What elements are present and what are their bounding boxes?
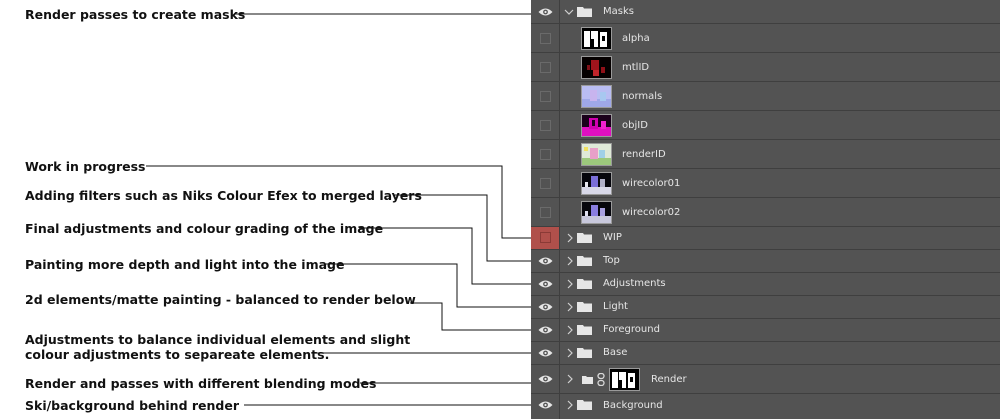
layer-row-alpha[interactable]: alpha — [531, 24, 1000, 53]
visibility-toggle[interactable] — [531, 227, 560, 249]
layer-name: wirecolor01 — [622, 178, 681, 189]
layer-name: WIP — [603, 232, 622, 243]
hidden-box-icon — [540, 91, 551, 102]
eye-icon — [538, 375, 553, 383]
visibility-toggle[interactable] — [531, 140, 560, 168]
hidden-box-icon — [540, 207, 551, 218]
eye-icon — [538, 303, 553, 311]
layer-name: renderID — [622, 149, 666, 160]
layers-panel: Masks alpha mtlID normals objID renderID… — [531, 0, 1000, 419]
layer-name: Render — [651, 374, 687, 385]
visibility-toggle[interactable] — [531, 273, 560, 295]
visibility-toggle[interactable] — [531, 198, 560, 226]
layer-row-wirecolor02[interactable]: wirecolor02 — [531, 198, 1000, 227]
layer-name: Adjustments — [603, 278, 666, 289]
folder-icon — [582, 376, 593, 384]
layer-row-mtlid[interactable]: mtlID — [531, 53, 1000, 82]
folder-icon — [577, 348, 592, 358]
visibility-toggle[interactable] — [531, 53, 560, 81]
layer-row-masks[interactable]: Masks — [531, 0, 1000, 24]
hidden-box-icon — [540, 62, 551, 73]
layer-row-foreground[interactable]: Foreground — [531, 319, 1000, 342]
hidden-box-icon — [540, 178, 551, 189]
chevron-right-icon[interactable] — [566, 374, 574, 384]
visibility-toggle[interactable] — [531, 111, 560, 139]
layer-row-renderid[interactable]: renderID — [531, 140, 1000, 169]
chevron-right-icon[interactable] — [566, 256, 574, 266]
layer-row-light[interactable]: Light — [531, 296, 1000, 319]
visibility-toggle[interactable] — [531, 394, 560, 419]
folder-icon — [577, 256, 592, 266]
layer-row-wirecolor01[interactable]: wirecolor01 — [531, 169, 1000, 198]
layer-name: wirecolor02 — [622, 207, 681, 218]
visibility-toggle[interactable] — [531, 365, 560, 393]
layer-thumbnail — [581, 27, 612, 50]
visibility-toggle[interactable] — [531, 319, 560, 341]
eye-icon — [538, 257, 553, 265]
visibility-toggle[interactable] — [531, 250, 560, 272]
layer-row-render[interactable]: Render — [531, 365, 1000, 394]
chevron-right-icon[interactable] — [566, 302, 574, 312]
layer-thumbnail — [581, 114, 612, 137]
visibility-toggle[interactable] — [531, 169, 560, 197]
layer-thumbnail — [581, 143, 612, 166]
layer-name: Background — [603, 400, 663, 411]
folder-icon — [577, 325, 592, 335]
layer-name: objID — [622, 120, 648, 131]
hidden-box-icon — [540, 149, 551, 160]
layer-name: normals — [622, 91, 663, 102]
layer-thumbnail — [581, 56, 612, 79]
layer-name: Masks — [603, 6, 634, 17]
chevron-right-icon[interactable] — [566, 400, 574, 410]
layer-name: alpha — [622, 33, 650, 44]
hidden-box-icon — [540, 33, 551, 44]
layer-row-objid[interactable]: objID — [531, 111, 1000, 140]
eye-icon — [538, 8, 553, 16]
chevron-right-icon[interactable] — [566, 325, 574, 335]
chevron-right-icon[interactable] — [566, 348, 574, 358]
layer-row-background[interactable]: Background — [531, 394, 1000, 419]
layer-row-adjustments[interactable]: Adjustments — [531, 273, 1000, 296]
layer-name: Base — [603, 347, 628, 358]
visibility-toggle[interactable] — [531, 24, 560, 52]
leader-wip — [146, 165, 531, 239]
layer-thumbnail — [581, 201, 612, 224]
annotations-area: Render passes to create masks Work in pr… — [0, 0, 531, 419]
layer-thumbnail — [581, 85, 612, 108]
layer-row-base[interactable]: Base — [531, 342, 1000, 365]
folder-icon — [577, 400, 592, 410]
leader-light — [324, 263, 531, 308]
eye-icon — [538, 401, 553, 409]
leader-adjustments — [359, 227, 531, 285]
layer-name: mtlID — [622, 62, 650, 73]
eye-icon — [538, 326, 553, 334]
layer-row-top[interactable]: Top — [531, 250, 1000, 273]
layer-row-normals[interactable]: normals — [531, 82, 1000, 111]
link-icon — [597, 373, 605, 386]
folder-icon — [577, 7, 592, 17]
layer-name: Light — [603, 301, 628, 312]
folder-icon — [577, 302, 592, 312]
eye-icon — [538, 280, 553, 288]
visibility-toggle[interactable] — [531, 82, 560, 110]
visibility-toggle[interactable] — [531, 0, 560, 23]
eye-icon — [538, 349, 553, 357]
layer-thumbnail — [581, 172, 612, 195]
folder-icon — [577, 279, 592, 289]
layer-name: Top — [603, 255, 620, 266]
visibility-toggle[interactable] — [531, 296, 560, 318]
chevron-down-icon[interactable] — [564, 8, 574, 16]
folder-icon — [577, 233, 592, 243]
hidden-box-icon — [540, 232, 551, 243]
layer-name: Foreground — [603, 324, 660, 335]
leader-lines — [146, 13, 531, 406]
chevron-right-icon[interactable] — [566, 279, 574, 289]
layer-row-wip[interactable]: WIP — [531, 227, 1000, 250]
visibility-toggle[interactable] — [531, 342, 560, 364]
layer-thumbnail — [609, 368, 640, 391]
chevron-right-icon[interactable] — [566, 233, 574, 243]
hidden-box-icon — [540, 120, 551, 131]
